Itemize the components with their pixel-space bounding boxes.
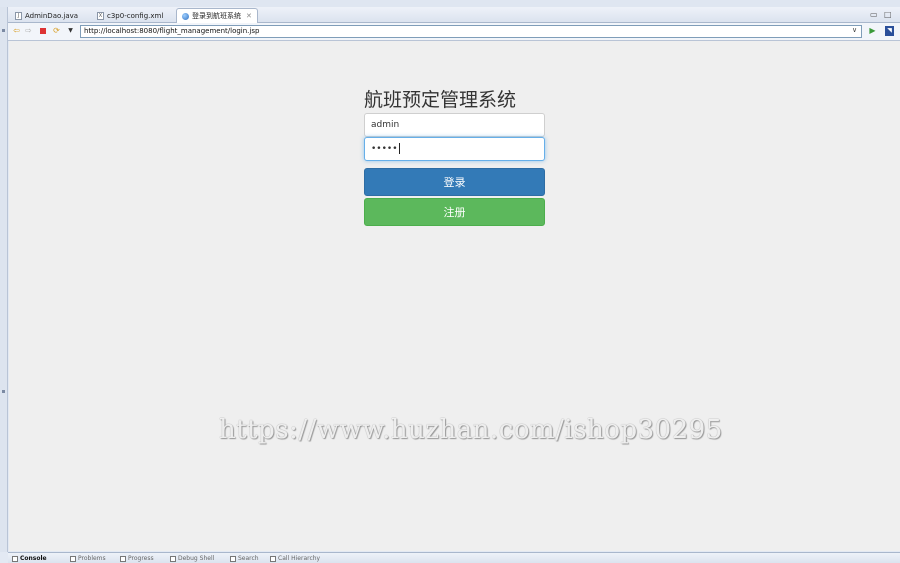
tab-label: Progress [128,555,154,562]
text-caret [398,143,400,154]
tab-admindao-java[interactable]: J AdminDao.java [10,8,83,23]
tab-label: Call Hierarchy [278,555,321,562]
watermark-text: https://www.huzhan.com/ishop30295 [219,415,723,445]
editor-tab-bar: J AdminDao.java X c3p0-config.xml 登录到航班系… [8,7,900,23]
tab-label: 登录到航班系统 [192,12,241,20]
window-top-strip [0,0,900,7]
chevron-down-icon[interactable]: ▼ [66,26,75,36]
forward-icon[interactable]: ⇨ [24,26,33,36]
xml-file-icon: X [97,11,104,20]
go-icon[interactable]: ▶ [868,26,877,36]
tab-label: Problems [78,555,106,562]
tab-progress[interactable]: Progress [120,555,154,562]
minimize-icon[interactable]: ▭ [870,10,878,19]
console-icon [12,555,18,562]
url-input[interactable]: http://localhost:8080/flight_management/… [80,25,862,38]
password-input[interactable]: ••••• [364,137,545,161]
stop-icon[interactable] [38,26,47,36]
call-hierarchy-icon [270,555,276,562]
browser-content: 航班预定管理系统 admin ••••• 登录 注册 https://www.h… [9,41,900,551]
tab-debug-shell[interactable]: Debug Shell [170,555,214,562]
debug-shell-icon [170,555,176,562]
tab-label: Debug Shell [178,555,215,562]
tab-label: AdminDao.java [25,11,79,20]
close-icon[interactable]: ✕ [246,12,252,20]
gutter-marker [2,29,5,32]
bottom-panel-tabs: Console Problems Progress Debug Shell Se… [8,552,900,563]
page-title: 航班预定管理系统 [364,89,517,111]
register-button[interactable]: 注册 [364,198,545,226]
maximize-icon[interactable]: □ [884,10,892,19]
gutter-marker [2,390,5,393]
problems-icon [70,555,76,562]
globe-icon [182,12,189,20]
tab-problems[interactable]: Problems [70,555,106,562]
login-button[interactable]: 登录 [364,168,545,196]
tab-console[interactable]: Console [12,555,47,562]
refresh-icon[interactable]: ⟳ [52,26,61,36]
password-value: ••••• [371,144,398,154]
tab-search[interactable]: Search [230,555,259,562]
url-dropdown-icon[interactable]: ∨ [852,26,857,34]
tab-call-hierarchy[interactable]: Call Hierarchy [270,555,320,562]
tab-label: c3p0-config.xml [107,11,164,20]
external-browser-icon[interactable]: ◥ [885,26,894,36]
progress-icon [120,555,126,562]
tab-login-page[interactable]: 登录到航班系统 ✕ [176,8,258,23]
username-input[interactable]: admin [364,113,545,137]
tab-c3p0-config-xml[interactable]: X c3p0-config.xml [92,8,168,23]
tab-label: Console [20,555,47,562]
username-value: admin [371,120,400,130]
search-icon [230,555,236,562]
java-file-icon: J [15,11,22,20]
left-gutter [0,7,8,552]
back-icon[interactable]: ⇦ [12,26,21,36]
tab-label: Search [238,555,259,562]
browser-toolbar: ⇦ ⇨ ⟳ ▼ http://localhost:8080/flight_man… [8,23,900,41]
